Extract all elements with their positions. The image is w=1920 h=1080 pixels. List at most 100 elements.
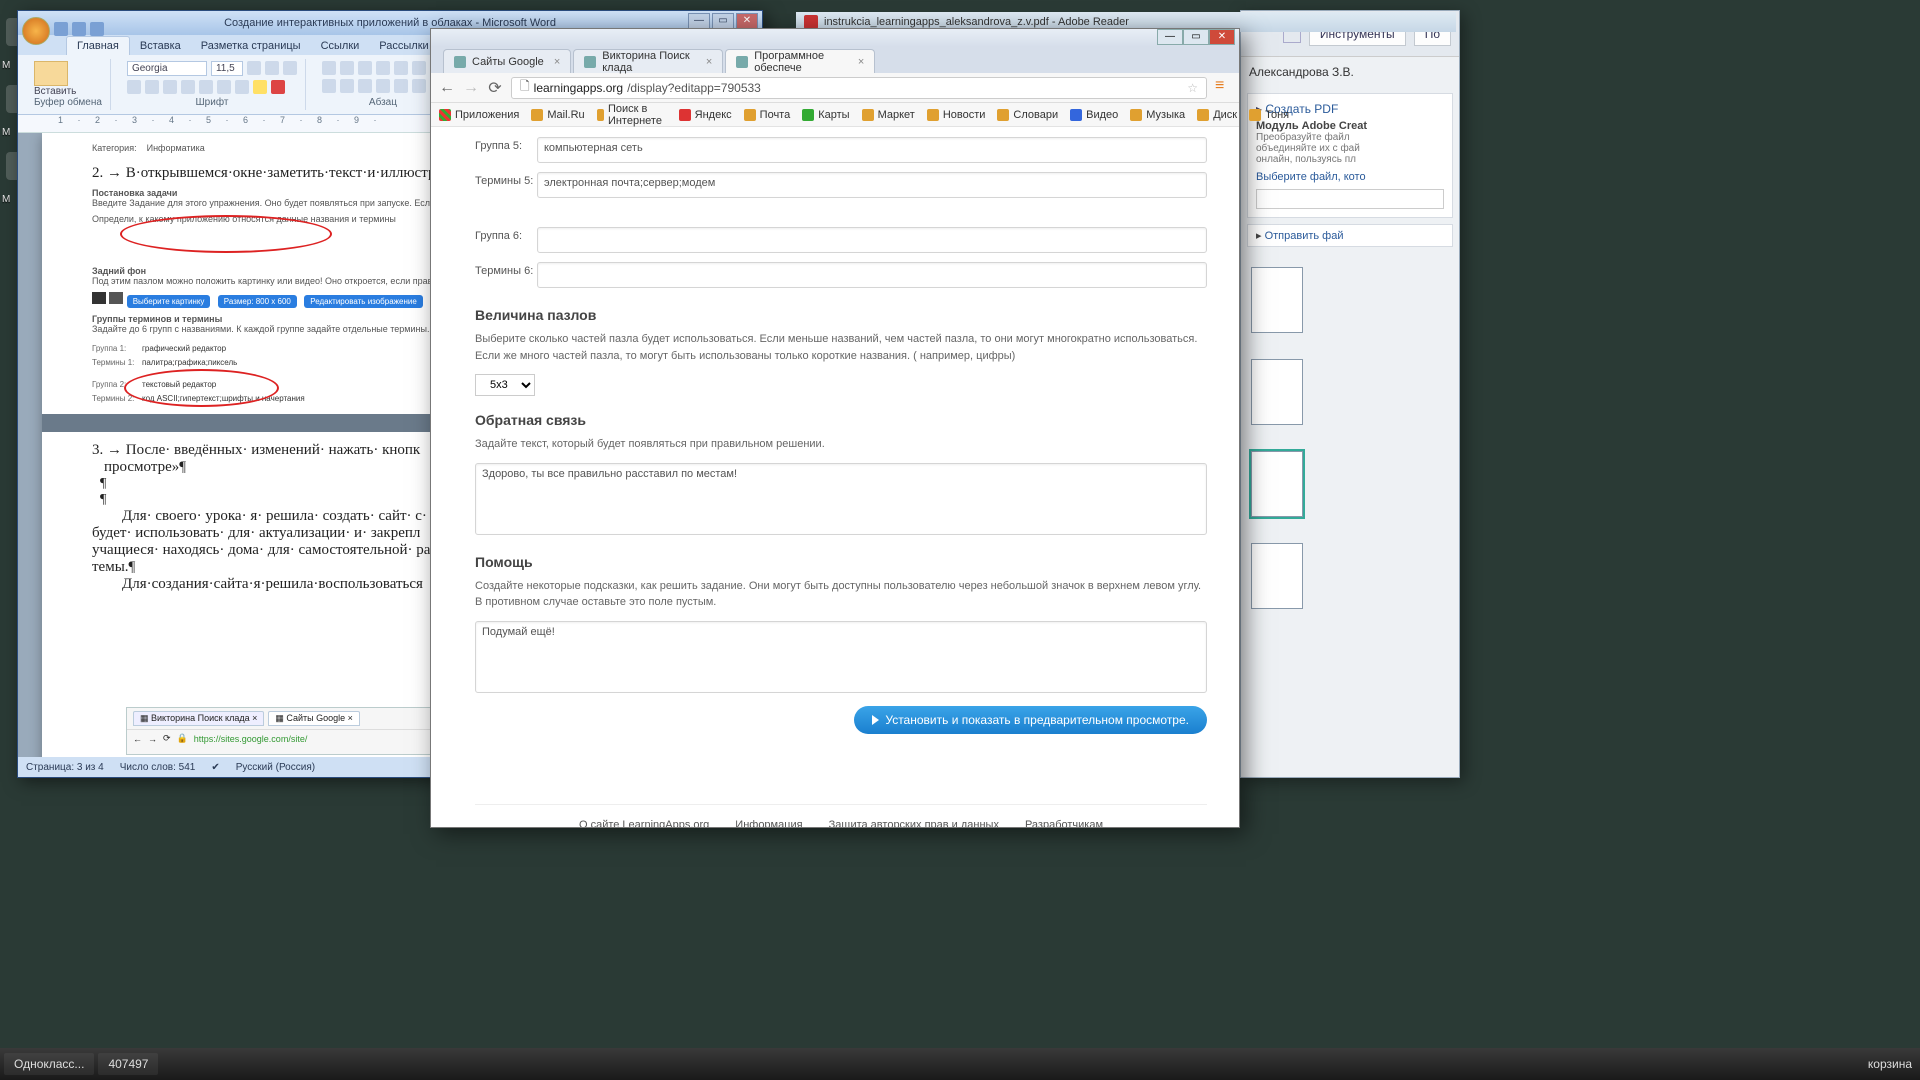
- file-field[interactable]: [1256, 189, 1444, 209]
- forward-button[interactable]: →: [463, 80, 479, 96]
- footer-link[interactable]: Защита авторских прав и данных: [829, 819, 999, 828]
- indent-dec-icon[interactable]: [376, 61, 390, 75]
- redo-icon[interactable]: [90, 22, 104, 36]
- g1-value: графический редактор: [142, 344, 226, 353]
- page-status[interactable]: Страница: 3 из 4: [26, 762, 104, 773]
- terms5-input[interactable]: [537, 172, 1207, 198]
- taskbar-item[interactable]: Однокласс...: [4, 1053, 94, 1075]
- indent-inc-icon[interactable]: [394, 61, 408, 75]
- align-left-icon[interactable]: [322, 79, 336, 93]
- font-color-icon[interactable]: [271, 80, 285, 94]
- highlight-icon[interactable]: [253, 80, 267, 94]
- grow-font-icon[interactable]: [247, 61, 261, 75]
- tab-mailings[interactable]: Рассылки: [369, 37, 438, 55]
- bookmark-item[interactable]: Яндекс: [679, 109, 732, 121]
- justify-icon[interactable]: [376, 79, 390, 93]
- chrome-frame[interactable]: — ▭ ✕: [431, 29, 1239, 47]
- font-size-select[interactable]: 11,5: [211, 61, 243, 76]
- send-file-heading[interactable]: Отправить фай: [1265, 230, 1344, 242]
- align-center-icon[interactable]: [340, 79, 354, 93]
- bookmark-item[interactable]: Карты: [802, 109, 849, 121]
- minimize-button[interactable]: —: [688, 13, 710, 29]
- proofing-icon[interactable]: ✔: [211, 762, 219, 773]
- undo-icon[interactable]: [72, 22, 86, 36]
- tab-close-icon[interactable]: ×: [706, 56, 712, 68]
- bm-label: Маркет: [878, 109, 915, 121]
- close-button[interactable]: ✕: [736, 13, 758, 29]
- maximize-button[interactable]: ▭: [1183, 29, 1209, 45]
- browser-tab[interactable]: Викторина Поиск клада×: [573, 49, 723, 73]
- clear-format-icon[interactable]: [283, 61, 297, 75]
- bookmark-item[interactable]: Видео: [1070, 109, 1118, 121]
- bookmark-item[interactable]: Маркет: [862, 109, 915, 121]
- office-button[interactable]: [22, 17, 50, 45]
- reload-button[interactable]: ⟳: [487, 80, 503, 96]
- taskbar-item[interactable]: 407497: [98, 1053, 158, 1075]
- maximize-button[interactable]: ▭: [712, 13, 734, 29]
- font-name-select[interactable]: Georgia: [127, 61, 207, 76]
- feedback-input[interactable]: [475, 463, 1207, 535]
- bookmark-item[interactable]: Поиск в Интернете: [597, 103, 667, 127]
- bold-icon[interactable]: [127, 80, 141, 94]
- footer-link[interactable]: Разработчикам: [1025, 819, 1103, 828]
- bookmark-item[interactable]: Тоня: [1249, 109, 1289, 121]
- close-button[interactable]: ✕: [1209, 29, 1235, 45]
- footer-link[interactable]: О сайте LearningApps.org: [579, 819, 709, 828]
- bookmark-item[interactable]: Словари: [997, 109, 1058, 121]
- tab-close-icon[interactable]: ×: [554, 56, 560, 68]
- tray-label[interactable]: корзина: [1868, 1057, 1912, 1071]
- page-thumb-selected[interactable]: [1251, 451, 1303, 517]
- case-icon[interactable]: [235, 80, 249, 94]
- group6-input[interactable]: [537, 227, 1207, 253]
- italic-icon[interactable]: [145, 80, 159, 94]
- windows-taskbar[interactable]: Однокласс... 407497 корзина: [0, 1048, 1920, 1080]
- bookmark-star-icon[interactable]: ☆: [1187, 81, 1198, 95]
- bookmark-item[interactable]: Диск: [1197, 109, 1237, 121]
- t1-value: палитра;графика;пиксель: [142, 358, 237, 367]
- chrome-menu-icon[interactable]: ≡: [1215, 80, 1231, 96]
- browser-tab[interactable]: Сайты Google×: [443, 49, 571, 73]
- strike-icon[interactable]: [181, 80, 195, 94]
- tab-references[interactable]: Ссылки: [311, 37, 370, 55]
- bookmark-item[interactable]: Почта: [744, 109, 791, 121]
- tab-insert[interactable]: Вставка: [130, 37, 191, 55]
- numbering-icon[interactable]: [340, 61, 354, 75]
- bookmark-item[interactable]: Музыка: [1130, 109, 1185, 121]
- apps-button[interactable]: Приложения: [439, 109, 519, 121]
- puzzle-size-select[interactable]: 5x3: [475, 374, 535, 396]
- align-right-icon[interactable]: [358, 79, 372, 93]
- help-input[interactable]: [475, 621, 1207, 693]
- sort-icon[interactable]: [412, 61, 426, 75]
- page-thumb[interactable]: [1251, 267, 1303, 333]
- underline-icon[interactable]: [163, 80, 177, 94]
- line-spacing-icon[interactable]: [394, 79, 408, 93]
- bookmark-item[interactable]: Новости: [927, 109, 986, 121]
- subscript-icon[interactable]: [199, 80, 213, 94]
- preview-submit-button[interactable]: Установить и показать в предварительном …: [854, 706, 1207, 734]
- word-count[interactable]: Число слов: 541: [120, 762, 196, 773]
- bookmark-item[interactable]: Mail.Ru: [531, 109, 584, 121]
- superscript-icon[interactable]: [217, 80, 231, 94]
- footer-link[interactable]: Информация: [735, 819, 802, 828]
- shrink-font-icon[interactable]: [265, 61, 279, 75]
- tab-layout[interactable]: Разметка страницы: [191, 37, 311, 55]
- group5-input[interactable]: [537, 137, 1207, 163]
- feedback-heading: Обратная связь: [475, 412, 1207, 428]
- tab-close-icon[interactable]: ×: [858, 56, 864, 68]
- page-thumb[interactable]: [1251, 359, 1303, 425]
- save-icon[interactable]: [54, 22, 68, 36]
- minimize-button[interactable]: —: [1157, 29, 1183, 45]
- paste-icon[interactable]: [34, 61, 68, 86]
- bullets-icon[interactable]: [322, 61, 336, 75]
- pick-file-link[interactable]: Выберите файл, кото: [1256, 171, 1444, 183]
- multilevel-icon[interactable]: [358, 61, 372, 75]
- browser-tab-active[interactable]: Программное обеспече×: [725, 49, 875, 73]
- back-button[interactable]: ←: [439, 80, 455, 96]
- address-bar[interactable]: 🗋 learningapps.org/display?editapp=79053…: [511, 77, 1207, 99]
- paragraph-group-label: Абзац: [322, 97, 444, 108]
- shading-icon[interactable]: [412, 79, 426, 93]
- page-thumb[interactable]: [1251, 543, 1303, 609]
- terms6-input[interactable]: [537, 262, 1207, 288]
- submit-label: Установить и показать в предварительном …: [885, 713, 1189, 727]
- language-status[interactable]: Русский (Россия): [236, 762, 315, 773]
